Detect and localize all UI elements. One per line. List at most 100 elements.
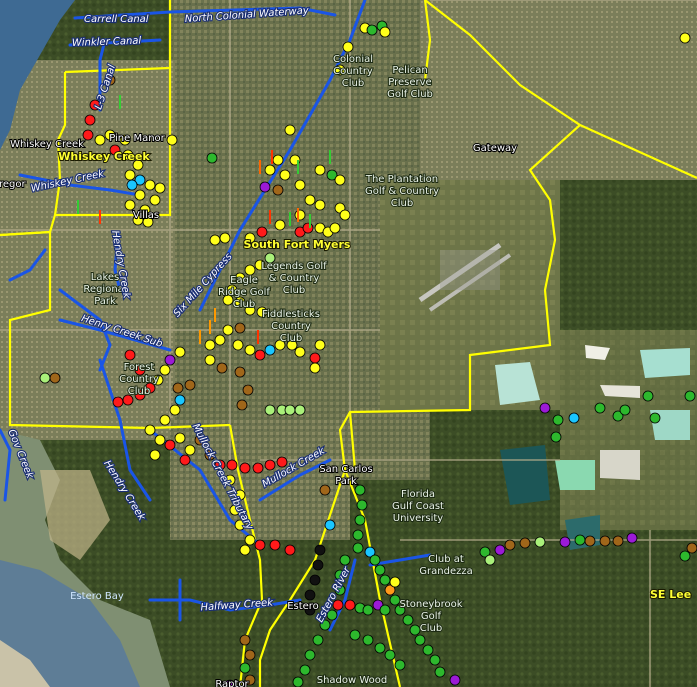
site-marker-red[interactable] <box>302 222 314 234</box>
site-marker-purple[interactable] <box>539 402 551 414</box>
site-marker-yellow[interactable] <box>149 194 161 206</box>
site-marker-brown[interactable] <box>172 382 184 394</box>
site-marker-green[interactable] <box>574 534 586 546</box>
site-marker-yellow[interactable] <box>294 209 306 221</box>
site-marker-yellow[interactable] <box>174 432 186 444</box>
site-marker-lightgreen[interactable] <box>534 536 546 548</box>
site-marker-green[interactable] <box>379 604 391 616</box>
site-marker-yellow[interactable] <box>272 154 284 166</box>
site-marker-green[interactable] <box>299 664 311 676</box>
site-marker-brown[interactable] <box>599 535 611 547</box>
site-marker-yellow[interactable] <box>264 164 276 176</box>
site-marker-yellow[interactable] <box>314 199 326 211</box>
site-marker-yellow[interactable] <box>159 414 171 426</box>
site-marker-red[interactable] <box>284 544 296 556</box>
site-marker-yellow[interactable] <box>209 234 221 246</box>
site-marker-red[interactable] <box>84 114 96 126</box>
site-marker-green[interactable] <box>429 654 441 666</box>
site-marker-green[interactable] <box>366 24 378 36</box>
site-marker-red[interactable] <box>344 599 356 611</box>
site-marker-yellow[interactable] <box>204 339 216 351</box>
site-marker-red[interactable] <box>124 349 136 361</box>
site-marker-yellow[interactable] <box>244 264 256 276</box>
site-marker-yellow[interactable] <box>314 339 326 351</box>
site-marker-red[interactable] <box>254 539 266 551</box>
site-marker-brown[interactable] <box>236 399 248 411</box>
site-marker-green[interactable] <box>434 666 446 678</box>
site-marker-brown[interactable] <box>184 379 196 391</box>
site-marker-yellow[interactable] <box>284 124 296 136</box>
site-marker-lightgreen[interactable] <box>264 404 276 416</box>
site-marker-lightgreen[interactable] <box>284 404 296 416</box>
site-marker-yellow[interactable] <box>329 222 341 234</box>
site-marker-green[interactable] <box>362 634 374 646</box>
site-marker-brown[interactable] <box>216 362 228 374</box>
site-marker-green[interactable] <box>352 542 364 554</box>
site-marker-black[interactable] <box>312 559 324 571</box>
site-marker-green[interactable] <box>679 550 691 562</box>
site-marker-red[interactable] <box>226 459 238 471</box>
site-marker-red[interactable] <box>239 462 251 474</box>
site-marker-red[interactable] <box>269 539 281 551</box>
site-marker-yellow[interactable] <box>149 449 161 461</box>
site-marker-yellow[interactable] <box>339 209 351 221</box>
site-marker-brown[interactable] <box>239 634 251 646</box>
site-marker-lightgreen[interactable] <box>39 372 51 384</box>
site-marker-yellow[interactable] <box>166 134 178 146</box>
site-marker-yellow[interactable] <box>239 544 251 556</box>
site-marker-yellow[interactable] <box>222 324 234 336</box>
site-marker-green[interactable] <box>649 412 661 424</box>
site-marker-green[interactable] <box>206 152 218 164</box>
site-marker-yellow[interactable] <box>232 339 244 351</box>
site-marker-lightgreen[interactable] <box>294 404 306 416</box>
site-marker-green[interactable] <box>414 634 426 646</box>
site-marker-green[interactable] <box>394 659 406 671</box>
site-marker-yellow[interactable] <box>219 232 231 244</box>
site-marker-green[interactable] <box>619 404 631 416</box>
site-marker-purple[interactable] <box>626 532 638 544</box>
site-marker-purple[interactable] <box>494 544 506 556</box>
site-marker-cyan[interactable] <box>568 412 580 424</box>
site-marker-yellow[interactable] <box>342 41 354 53</box>
site-marker-green[interactable] <box>354 514 366 526</box>
site-marker-brown[interactable] <box>504 539 516 551</box>
site-marker-yellow[interactable] <box>279 169 291 181</box>
site-marker-yellow[interactable] <box>144 179 156 191</box>
site-marker-yellow[interactable] <box>154 434 166 446</box>
site-marker-black[interactable] <box>314 544 326 556</box>
site-marker-yellow[interactable] <box>124 199 136 211</box>
site-marker-red[interactable] <box>256 226 268 238</box>
site-marker-red[interactable] <box>264 459 276 471</box>
site-marker-purple[interactable] <box>259 181 271 193</box>
site-marker-green[interactable] <box>362 604 374 616</box>
site-marker-brown[interactable] <box>244 649 256 661</box>
site-marker-brown[interactable] <box>234 322 246 334</box>
site-marker-green[interactable] <box>384 649 396 661</box>
site-marker-brown[interactable] <box>49 372 61 384</box>
site-marker-green[interactable] <box>402 614 414 626</box>
site-marker-yellow[interactable] <box>244 344 256 356</box>
site-marker-purple[interactable] <box>164 354 176 366</box>
site-marker-yellow[interactable] <box>124 169 136 181</box>
site-marker-yellow[interactable] <box>294 179 306 191</box>
site-marker-black[interactable] <box>309 574 321 586</box>
site-marker-red[interactable] <box>252 462 264 474</box>
site-marker-cyan[interactable] <box>324 519 336 531</box>
site-marker-green[interactable] <box>349 629 361 641</box>
site-marker-yellow[interactable] <box>379 26 391 38</box>
site-marker-green[interactable] <box>684 390 696 402</box>
site-marker-yellow[interactable] <box>294 346 306 358</box>
site-marker-yellow[interactable] <box>174 346 186 358</box>
site-marker-green[interactable] <box>312 634 324 646</box>
site-marker-cyan[interactable] <box>264 344 276 356</box>
site-marker-green[interactable] <box>239 662 251 674</box>
site-marker-brown[interactable] <box>612 535 624 547</box>
site-marker-green[interactable] <box>409 624 421 636</box>
site-marker-red[interactable] <box>82 129 94 141</box>
site-marker-red[interactable] <box>164 439 176 451</box>
site-marker-brown[interactable] <box>272 184 284 196</box>
site-marker-yellow[interactable] <box>134 189 146 201</box>
site-marker-brown[interactable] <box>242 384 254 396</box>
site-marker-yellow[interactable] <box>169 404 181 416</box>
site-marker-green[interactable] <box>374 642 386 654</box>
